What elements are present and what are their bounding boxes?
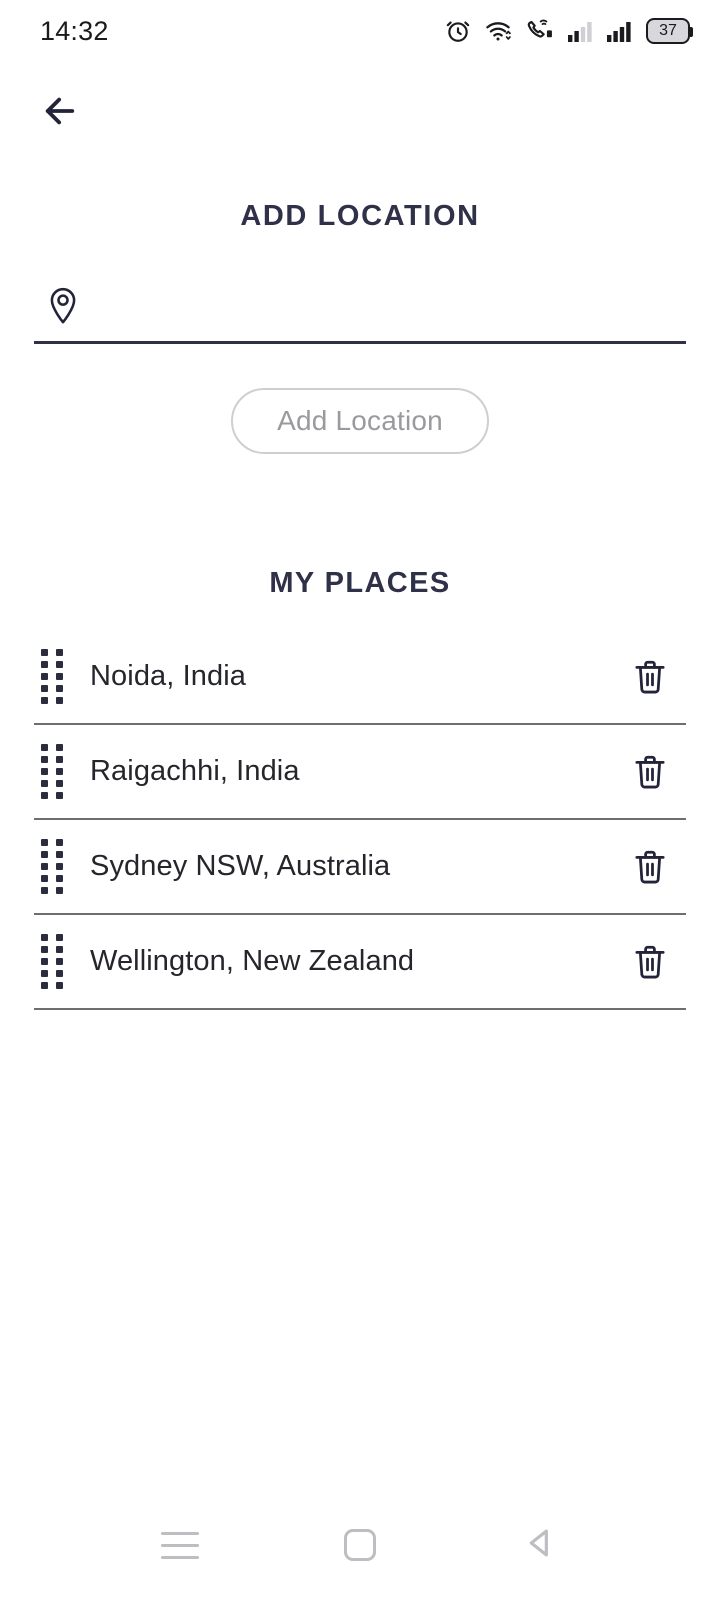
- drag-handle-icon[interactable]: [34, 934, 70, 990]
- place-name: Raigachhi, India: [90, 755, 300, 787]
- back-triangle-icon: [521, 1524, 559, 1567]
- status-time: 14:32: [40, 15, 109, 46]
- wifi-icon: [484, 18, 512, 44]
- list-item[interactable]: Sydney NSW, Australia: [34, 820, 686, 915]
- recents-menu-icon: [161, 1531, 199, 1559]
- alarm-icon: [445, 18, 471, 44]
- place-name: Sydney NSW, Australia: [90, 850, 391, 882]
- nav-back-button[interactable]: [504, 1509, 576, 1581]
- app-screen: 14:32 37 ADD LOCATION Add Location MY PL…: [0, 0, 720, 1600]
- trash-icon[interactable]: [622, 744, 678, 800]
- add-location-button-wrap: Add Location: [0, 388, 720, 454]
- my-places-title: MY PLACES: [269, 567, 451, 599]
- recents-button[interactable]: [144, 1509, 216, 1581]
- list-item[interactable]: Raigachhi, India: [34, 725, 686, 820]
- drag-handle-icon[interactable]: [34, 649, 70, 705]
- home-button[interactable]: [324, 1509, 396, 1581]
- trash-icon[interactable]: [622, 839, 678, 895]
- vowifi-call-icon: [525, 18, 555, 44]
- home-square-icon: [344, 1529, 376, 1561]
- signal-bars-1-icon: [568, 19, 594, 43]
- status-bar: 14:32 37: [0, 0, 720, 62]
- add-location-button[interactable]: Add Location: [231, 388, 489, 454]
- place-name: Wellington, New Zealand: [90, 945, 415, 977]
- back-button[interactable]: [32, 85, 88, 141]
- android-nav-bar: [0, 1490, 720, 1600]
- status-icon-group: 37: [445, 18, 693, 44]
- my-places-list: Noida, India Raigachhi, India Sydney NSW…: [34, 630, 686, 1010]
- arrow-left-icon: [39, 90, 81, 137]
- location-search-input[interactable]: [88, 290, 686, 321]
- place-name: Noida, India: [90, 660, 246, 692]
- location-input-row[interactable]: [34, 270, 686, 344]
- page-title: ADD LOCATION: [240, 200, 480, 232]
- trash-icon[interactable]: [622, 649, 678, 705]
- trash-icon[interactable]: [622, 934, 678, 990]
- signal-bars-2-icon: [607, 19, 633, 43]
- list-item[interactable]: Wellington, New Zealand: [34, 915, 686, 1010]
- drag-handle-icon[interactable]: [34, 744, 70, 800]
- list-item[interactable]: Noida, India: [34, 630, 686, 725]
- battery-icon: 37: [646, 18, 693, 44]
- map-pin-icon: [38, 281, 88, 331]
- drag-handle-icon[interactable]: [34, 839, 70, 895]
- battery-level-label: 37: [659, 22, 677, 39]
